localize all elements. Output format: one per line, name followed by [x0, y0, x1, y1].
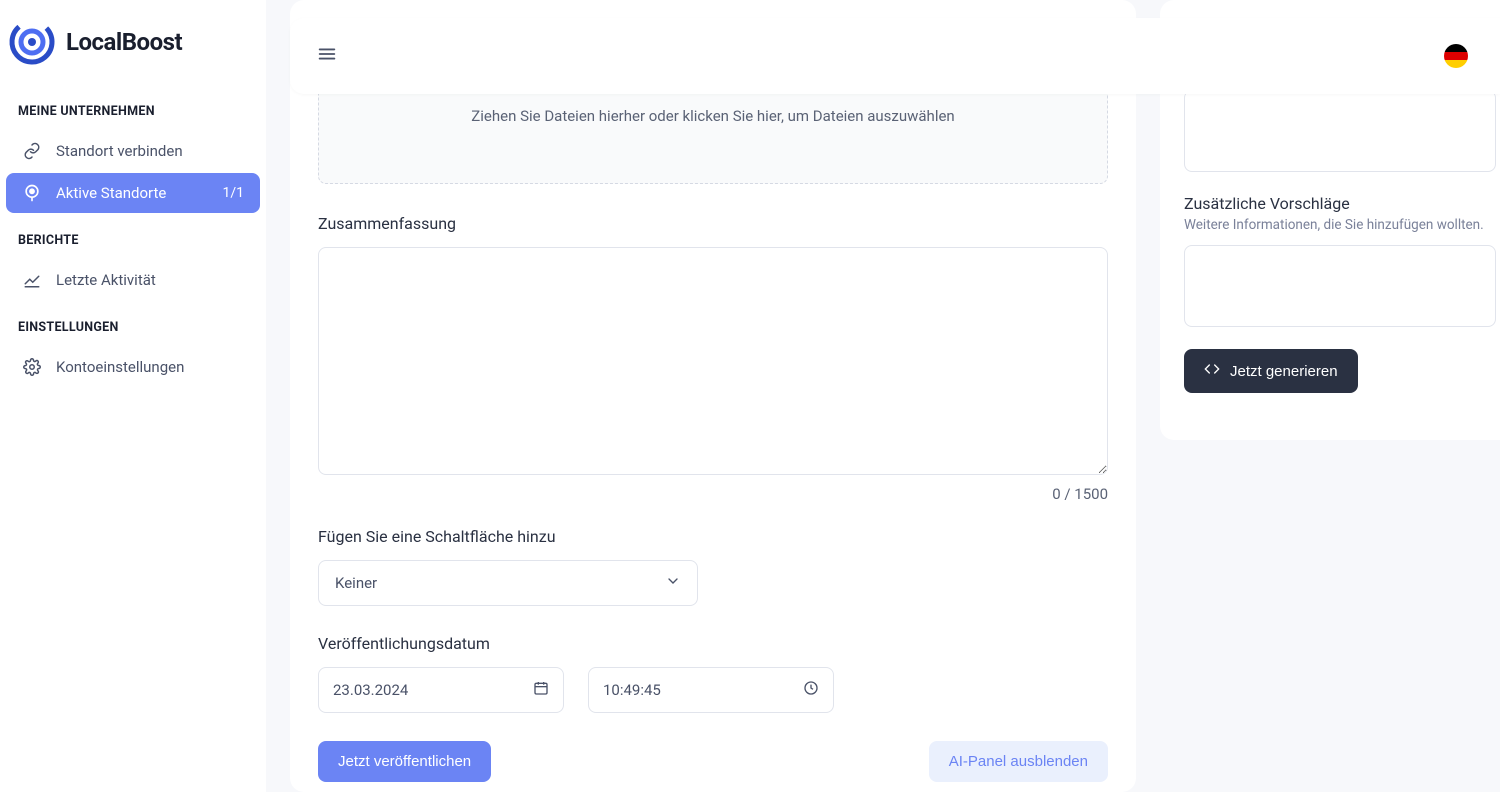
sidebar-item-connect-location[interactable]: Standort verbinden — [6, 131, 260, 171]
nav-section-title: MEINE UNTERNEHMEN — [0, 86, 266, 129]
nav-section-title: EINSTELLUNGEN — [0, 302, 266, 345]
clock-icon — [803, 680, 819, 700]
calendar-icon — [533, 680, 549, 700]
generate-button[interactable]: Jetzt generieren — [1184, 349, 1358, 393]
nav-section-title: BERICHTE — [0, 215, 266, 258]
ai-extra-title: Zusätzliche Vorschläge — [1184, 194, 1496, 213]
brand-logo[interactable]: LocalBoost — [0, 8, 266, 86]
ai-extra-textarea[interactable] — [1184, 245, 1496, 327]
ai-extra-subtitle: Weitere Informationen, die Sie hinzufüge… — [1184, 217, 1496, 233]
sidebar: LocalBoost MEINE UNTERNEHMEN Standort ve… — [0, 0, 266, 792]
publish-now-button[interactable]: Jetzt veröffentlichen — [318, 741, 491, 782]
date-value: 23.03.2024 — [333, 681, 408, 699]
add-button-label: Fügen Sie eine Schaltfläche hinzu — [318, 527, 1108, 546]
code-icon — [1204, 361, 1220, 381]
brand-logo-icon — [8, 18, 56, 66]
select-value: Keiner — [335, 574, 377, 592]
publish-time-input[interactable]: 10:49:45 — [588, 667, 834, 713]
sidebar-item-active-locations[interactable]: Aktive Standorte 1/1 — [6, 173, 260, 213]
main-form-card: Ziehen Sie Dateien hierher oder klicken … — [290, 0, 1136, 792]
link-icon — [22, 141, 42, 161]
brand-name: LocalBoost — [66, 28, 182, 56]
publish-date-label: Veröffentlichungsdatum — [318, 634, 1108, 653]
gear-icon — [22, 357, 42, 377]
sidebar-item-account-settings[interactable]: Kontoeinstellungen — [6, 347, 260, 387]
sidebar-item-recent-activity[interactable]: Letzte Aktivität — [6, 260, 260, 300]
sidebar-item-label: Aktive Standorte — [56, 184, 208, 202]
language-flag-icon[interactable] — [1444, 44, 1468, 68]
topbar — [290, 18, 1500, 94]
publish-date-input[interactable]: 23.03.2024 — [318, 667, 564, 713]
ai-input-top[interactable] — [1184, 90, 1496, 172]
sidebar-item-label: Letzte Aktivität — [56, 271, 244, 289]
chevron-down-icon — [665, 573, 681, 593]
char-counter: 0 / 1500 — [318, 485, 1108, 503]
location-pin-icon — [22, 183, 42, 203]
sidebar-item-label: Kontoeinstellungen — [56, 358, 244, 376]
activity-icon — [22, 270, 42, 290]
time-value: 10:49:45 — [603, 681, 661, 699]
sidebar-item-label: Standort verbinden — [56, 142, 244, 160]
add-button-select[interactable]: Keiner — [318, 560, 698, 606]
summary-textarea[interactable] — [318, 247, 1108, 475]
dropzone-text: Ziehen Sie Dateien hierher oder klicken … — [471, 107, 954, 125]
menu-toggle-button[interactable] — [316, 43, 338, 69]
sidebar-item-badge: 1/1 — [222, 185, 244, 201]
summary-label: Zusammenfassung — [318, 214, 1108, 233]
hide-ai-panel-button[interactable]: AI-Panel ausblenden — [929, 741, 1108, 782]
generate-button-label: Jetzt generieren — [1230, 363, 1338, 380]
